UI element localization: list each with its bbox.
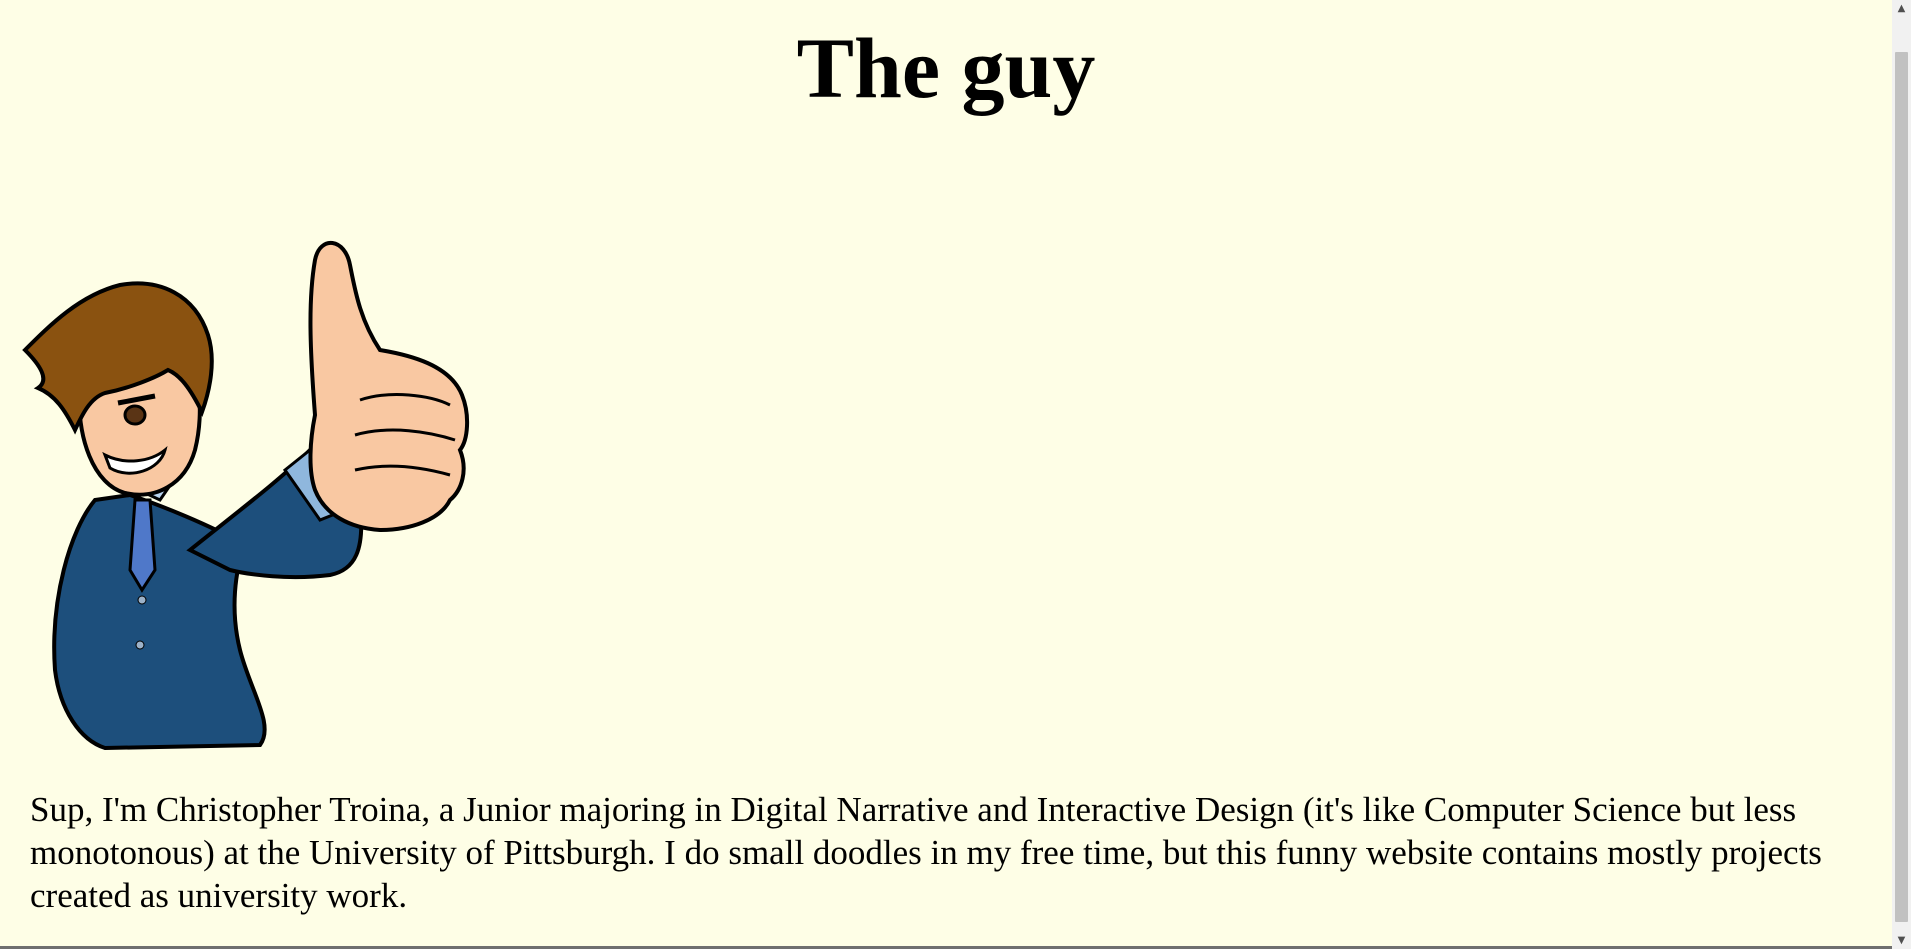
vertical-scrollbar[interactable]: ▲ ▼ <box>1892 0 1911 949</box>
tie <box>128 498 157 593</box>
page-viewport: The guy Sup, I'm Christopher Troina, a J… <box>0 0 1911 949</box>
eye <box>123 404 147 426</box>
page-content: The guy Sup, I'm Christopher Troina, a J… <box>0 0 1892 949</box>
scroll-down-arrow-icon[interactable]: ▼ <box>1892 932 1911 949</box>
bio-paragraph: Sup, I'm Christopher Troina, a Junior ma… <box>30 790 1822 915</box>
page-title: The guy <box>796 20 1096 116</box>
thumbs-up-character-image <box>22 240 469 750</box>
hand <box>308 240 469 533</box>
scroll-thumb[interactable] <box>1895 52 1908 922</box>
scroll-up-arrow-icon[interactable]: ▲ <box>1892 0 1911 17</box>
